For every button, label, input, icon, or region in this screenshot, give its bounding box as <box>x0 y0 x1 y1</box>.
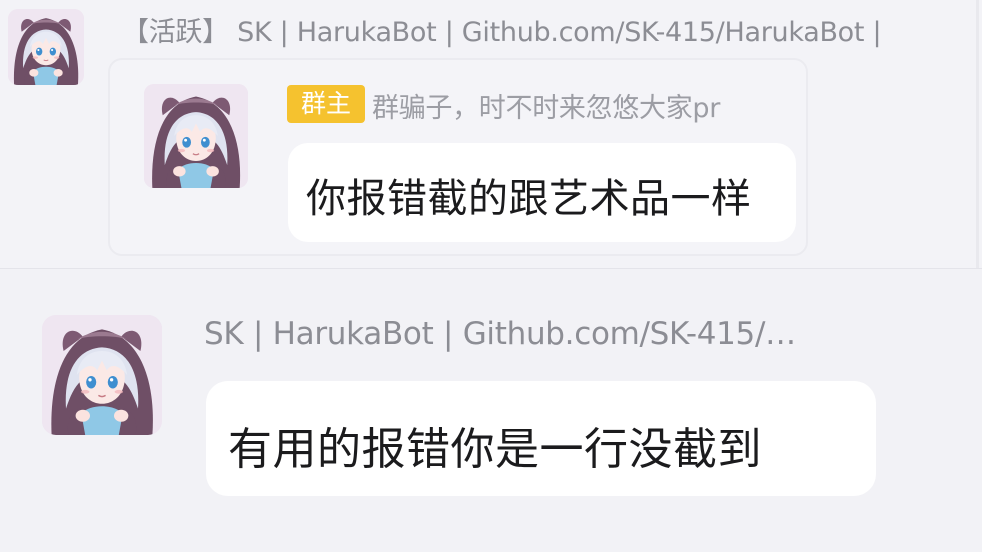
divider <box>0 268 982 269</box>
anime-girl-avatar-icon <box>42 315 162 435</box>
active-tag: 【活跃】 <box>122 17 229 48</box>
anime-girl-avatar-icon <box>144 84 248 188</box>
sender-name-line: 【活跃】 SK | HarukaBot | Github.com/SK-415/… <box>122 10 882 49</box>
quoted-message-panel[interactable]: 【活跃】 SK | HarukaBot | Github.com/SK-415/… <box>0 0 982 268</box>
message-sender-name: SK | HarukaBot | Github.com/SK-415/… <box>204 316 796 352</box>
quoted-sender-avatar[interactable] <box>144 84 248 188</box>
sender-avatar[interactable] <box>8 9 84 85</box>
quoted-message-text: 你报错截的跟艺术品一样 <box>306 176 752 222</box>
anime-girl-avatar-icon <box>8 9 84 85</box>
group-owner-badge: 群主 <box>287 85 365 123</box>
message-sender-avatar[interactable] <box>42 315 162 435</box>
quoted-sender-name: 群骗子，时不时来忽悠大家pr <box>372 93 721 124</box>
message-text: 有用的报错你是一行没截到 <box>228 424 762 475</box>
sender-name: SK | HarukaBot | Github.com/SK-415/Haruk… <box>237 17 882 48</box>
scrollbar-track <box>976 0 979 268</box>
